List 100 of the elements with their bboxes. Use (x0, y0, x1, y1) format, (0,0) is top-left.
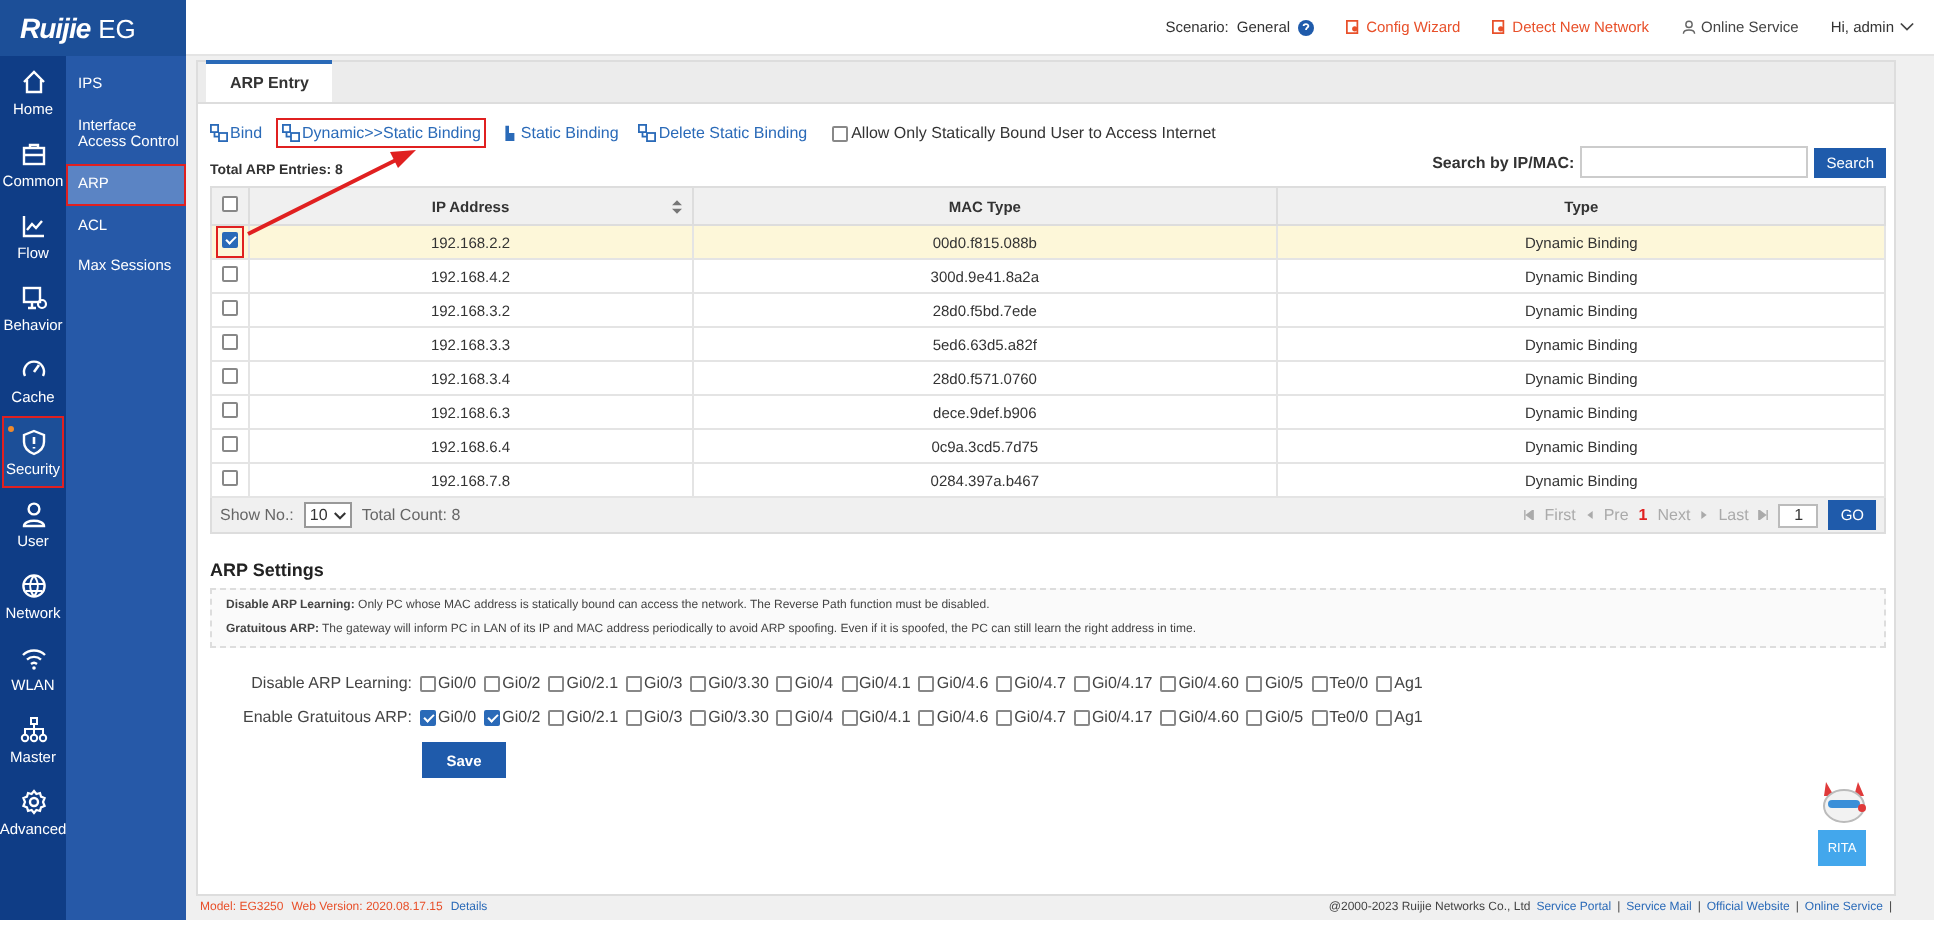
row-checkbox[interactable] (222, 402, 238, 418)
checkbox[interactable] (548, 675, 565, 691)
checkbox[interactable] (996, 709, 1013, 725)
sort-icon[interactable] (671, 199, 681, 213)
checkbox[interactable] (776, 709, 793, 725)
help-icon[interactable] (1298, 19, 1315, 35)
checkbox[interactable] (690, 709, 707, 725)
product-name: EG (98, 13, 136, 43)
checkbox[interactable] (626, 675, 643, 691)
checkbox[interactable] (841, 675, 858, 691)
checkbox[interactable] (484, 675, 501, 691)
checkbox[interactable] (1311, 709, 1328, 725)
monitor-icon (19, 283, 47, 311)
checkbox[interactable] (1246, 709, 1263, 725)
port-label: Gi0/4.17 (1091, 708, 1153, 726)
checkbox[interactable] (690, 675, 707, 691)
checkbox[interactable] (841, 709, 858, 725)
user-icon (19, 499, 47, 527)
port-label: Gi0/0 (438, 708, 477, 726)
checkbox[interactable] (484, 709, 501, 725)
checkbox[interactable] (776, 675, 793, 691)
checkbox[interactable] (1160, 675, 1177, 691)
port-label: Gi0/2.1 (566, 674, 619, 692)
checkbox[interactable] (626, 709, 643, 725)
checkbox[interactable] (1160, 709, 1177, 725)
globe-icon (19, 571, 47, 599)
search-label: Search by IP/MAC: (1432, 153, 1575, 171)
search-field[interactable] (1580, 146, 1809, 178)
checkbox[interactable] (1073, 709, 1090, 725)
checkbox[interactable] (548, 709, 565, 725)
port-label: Gi0/4.7 (1014, 674, 1066, 692)
row-checkbox[interactable] (222, 300, 238, 316)
checkbox[interactable] (1311, 675, 1328, 691)
link-icon (210, 124, 228, 142)
total-count: Total Count: 8 (361, 506, 461, 524)
checkbox[interactable] (918, 709, 935, 725)
checkbox[interactable] (1246, 675, 1263, 691)
document-icon (1492, 20, 1507, 34)
port-label: Gi0/4.60 (1178, 674, 1239, 692)
page-size-select[interactable]: 10 (303, 502, 352, 528)
pointer-icon (500, 124, 519, 142)
toolbar-link[interactable]: Bind (206, 120, 267, 146)
section-title: ARP Settings (210, 560, 326, 580)
row-checkbox[interactable] (222, 436, 238, 452)
port-label: Gi0/3 (644, 674, 683, 692)
row-checkbox[interactable] (222, 232, 238, 248)
port-label: Gi0/4.6 (936, 708, 989, 726)
home-icon (19, 67, 47, 95)
setting-label: Disable ARP Learning: (249, 674, 414, 692)
select-all-checkbox[interactable] (222, 196, 238, 212)
toolbar-link[interactable]: Dynamic>>Static Binding (278, 120, 485, 146)
link-icon (638, 124, 657, 142)
link-icon (282, 124, 301, 142)
next-icon (1700, 510, 1709, 520)
port-label: Gi0/4.17 (1091, 674, 1153, 692)
port-label: Gi0/5 (1264, 674, 1304, 692)
tab[interactable]: ARP Entry (206, 60, 333, 102)
checkbox[interactable] (1073, 675, 1090, 691)
last-page-icon (1758, 510, 1769, 520)
chevron-down-icon (1900, 22, 1914, 32)
first-page-icon (1524, 510, 1535, 520)
port-label: Gi0/4.1 (859, 674, 911, 692)
port-label: Te0/0 (1329, 674, 1369, 692)
port-label: Ag1 (1394, 674, 1423, 692)
user-icon (1681, 20, 1696, 34)
checkbox[interactable] (1376, 709, 1393, 725)
row-checkbox[interactable] (222, 368, 238, 384)
toolbar-link[interactable]: Static Binding (496, 120, 623, 146)
prev-icon (1585, 510, 1594, 520)
port-label: Gi0/4 (794, 674, 834, 692)
checkbox[interactable] (420, 675, 436, 691)
checkbox-label: Allow Only Statically Bound User to Access Internet (851, 124, 1216, 142)
checkbox[interactable] (831, 125, 848, 141)
port-label: Gi0/2.1 (566, 708, 619, 726)
port-label: Gi0/2 (502, 708, 541, 726)
gear-icon (19, 787, 47, 815)
row-checkbox[interactable] (222, 266, 238, 282)
row-checkbox[interactable] (222, 334, 238, 350)
port-label: Gi0/3.30 (708, 708, 769, 726)
page-input[interactable]: 1 (1778, 503, 1819, 527)
toolbar-link[interactable]: Delete Static Binding (634, 120, 812, 146)
checkbox[interactable] (996, 675, 1013, 691)
checkbox[interactable] (1376, 675, 1393, 691)
port-label: Gi0/3 (644, 708, 683, 726)
port-label: Gi0/5 (1264, 708, 1304, 726)
current-page: 1 (1638, 506, 1648, 524)
brand-logo: Ruijie (20, 12, 91, 44)
port-label: Gi0/2 (502, 674, 541, 692)
port-label: Ag1 (1394, 708, 1423, 726)
port-label: Gi0/3.30 (708, 674, 769, 692)
port-label: Te0/0 (1329, 708, 1369, 726)
port-label: Gi0/4.1 (859, 708, 911, 726)
checkbox[interactable] (918, 675, 935, 691)
chevron-down-icon (333, 511, 346, 519)
row-checkbox[interactable] (222, 470, 238, 486)
port-label: Gi0/4.7 (1014, 708, 1066, 726)
shield-icon (19, 427, 47, 455)
port-label: Gi0/4.60 (1178, 708, 1239, 726)
briefcase-icon (19, 139, 47, 167)
checkbox[interactable] (420, 709, 436, 725)
